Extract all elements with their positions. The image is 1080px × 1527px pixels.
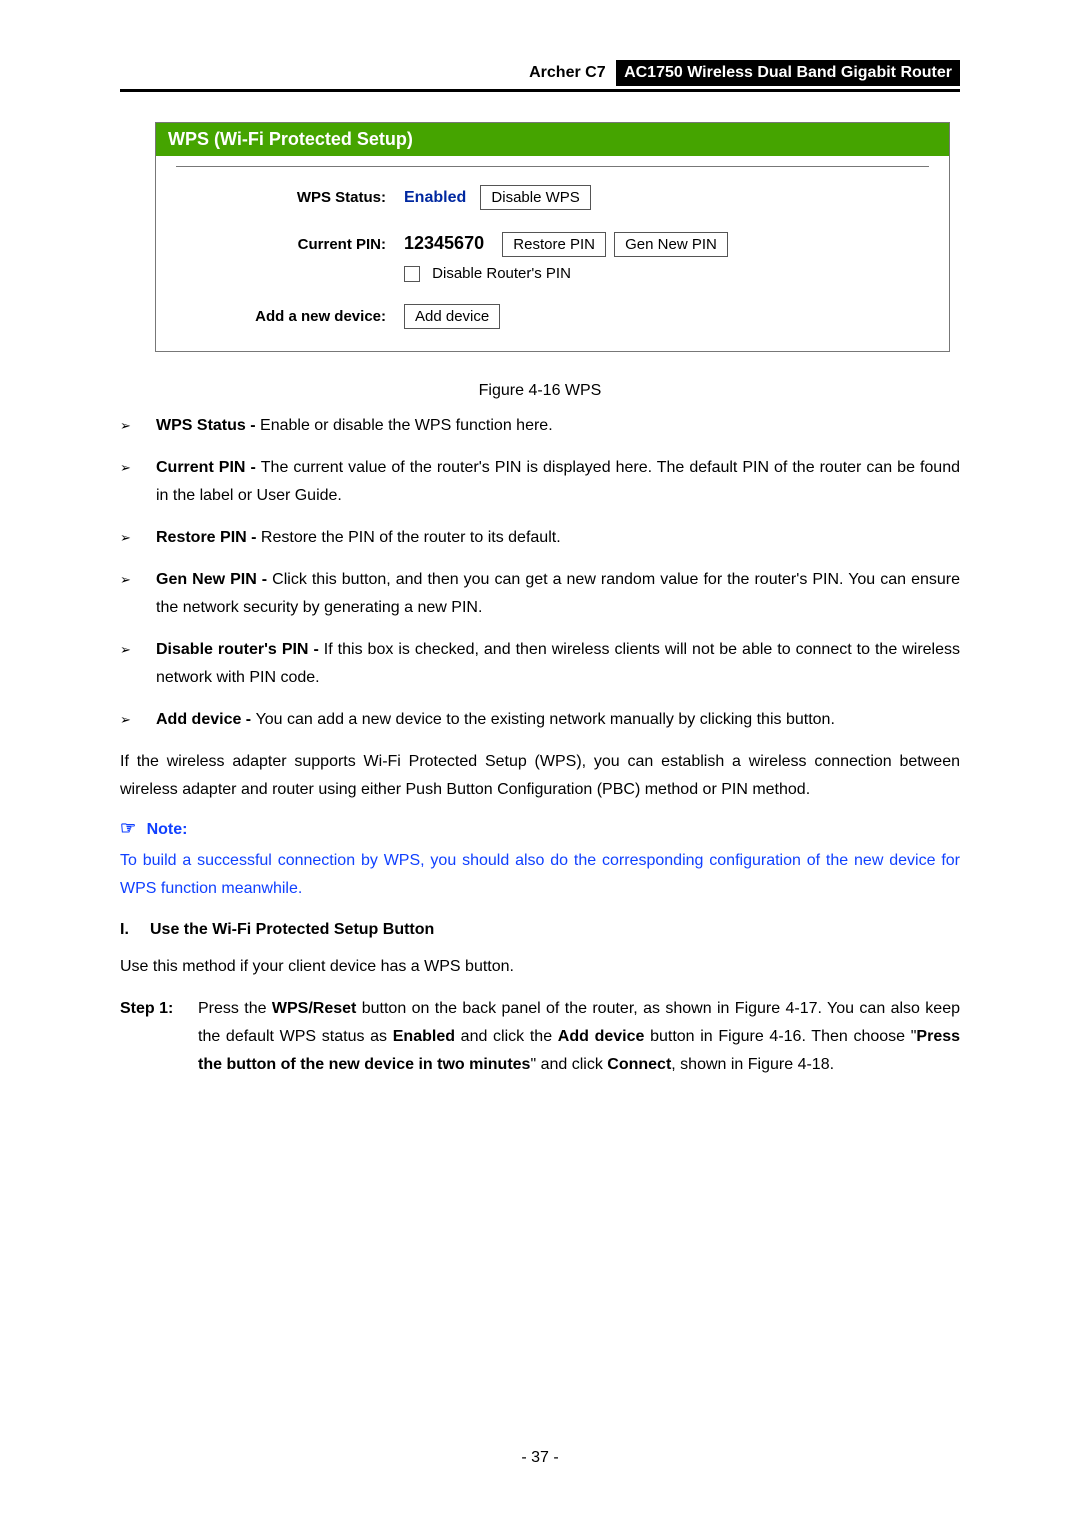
add-device-button[interactable]: Add device [404,304,500,329]
bullet-list: ➢ WPS Status - Enable or disable the WPS… [120,412,960,734]
step-1: Step 1: Press the WPS/Reset button on th… [120,995,960,1079]
list-item: ➢ Add device - You can add a new device … [120,706,960,734]
disable-router-pin-label: Disable Router's PIN [432,265,571,282]
wps-panel: WPS (Wi-Fi Protected Setup) WPS Status: … [155,122,950,352]
header-model: Archer C7 [529,64,611,82]
disable-wps-button[interactable]: Disable WPS [480,185,590,210]
bullet-icon: ➢ [120,524,156,552]
add-device-label: Add a new device: [176,304,404,325]
header-title: AC1750 Wireless Dual Band Gigabit Router [616,60,960,86]
list-item: ➢ Restore PIN - Restore the PIN of the r… [120,524,960,552]
current-pin-label: Current PIN: [176,232,404,253]
bullet-icon: ➢ [120,706,156,734]
wps-status-label: WPS Status: [176,185,404,206]
paragraph: Use this method if your client device ha… [120,953,960,981]
list-item: ➢ Gen New PIN - Click this button, and t… [120,566,960,622]
current-pin-value: 12345670 [404,233,484,253]
bullet-icon: ➢ [120,566,156,622]
wps-status-row: WPS Status: Enabled Disable WPS [176,185,929,210]
list-item: ➢ WPS Status - Enable or disable the WPS… [120,412,960,440]
page-number: - 37 - [0,1449,1080,1467]
panel-title: WPS (Wi-Fi Protected Setup) [156,123,949,156]
wps-status-value: Enabled [404,189,466,206]
note-text: To build a successful connection by WPS,… [120,847,960,903]
bullet-icon: ➢ [120,412,156,440]
bullet-icon: ➢ [120,636,156,692]
bullet-icon: ➢ [120,454,156,510]
restore-pin-button[interactable]: Restore PIN [502,232,606,257]
current-pin-row: Current PIN: 12345670 Restore PIN Gen Ne… [176,232,929,282]
paragraph: If the wireless adapter supports Wi-Fi P… [120,748,960,804]
section-heading: I.Use the Wi-Fi Protected Setup Button [120,921,960,939]
figure-caption: Figure 4-16 WPS [120,382,960,400]
page-header: Archer C7 AC1750 Wireless Dual Band Giga… [120,60,960,92]
add-device-row: Add a new device: Add device [176,304,929,329]
step-body: Press the WPS/Reset button on the back p… [198,995,960,1079]
list-item: ➢ Current PIN - The current value of the… [120,454,960,510]
list-item: ➢ Disable router's PIN - If this box is … [120,636,960,692]
note-heading: ☞ Note: [120,818,960,839]
disable-router-pin-checkbox[interactable] [404,266,420,282]
gen-new-pin-button[interactable]: Gen New PIN [614,232,728,257]
step-label: Step 1: [120,995,198,1079]
note-icon: ☞ [120,818,136,839]
